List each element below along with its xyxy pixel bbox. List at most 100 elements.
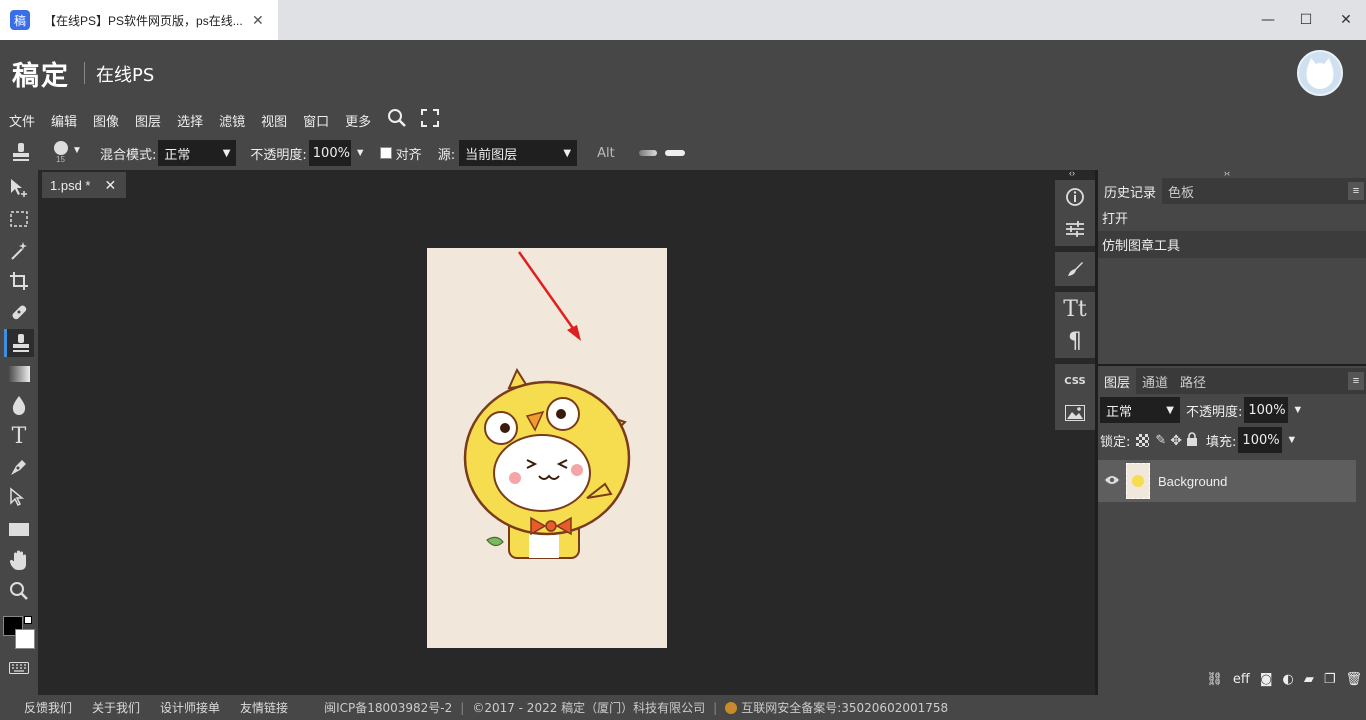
search-icon[interactable] xyxy=(387,108,407,133)
lock-paint-icon[interactable]: ✎ xyxy=(1155,432,1166,448)
adjustment-layer-icon[interactable]: ◐ xyxy=(1282,672,1293,687)
magic-wand-icon[interactable] xyxy=(4,236,34,264)
type-tool-icon[interactable]: T xyxy=(4,422,34,450)
image-panel-icon[interactable] xyxy=(1055,398,1095,428)
mascot-illustration xyxy=(463,367,631,559)
layer-opacity-input[interactable]: 100% xyxy=(1244,397,1289,423)
left-toolbar: T xyxy=(0,170,38,695)
menu-view[interactable]: 视图 xyxy=(261,111,287,130)
blend-mode-select[interactable]: 正常 ▼ xyxy=(158,140,237,166)
menu-more[interactable]: 更多 xyxy=(345,111,371,130)
tab-close-icon[interactable]: ✕ xyxy=(252,12,264,29)
menu-window[interactable]: 窗口 xyxy=(303,111,329,130)
history-panel: ›‹ 历史记录 色板 ≡ 打开 仿制图章工具 xyxy=(1098,168,1366,364)
misc-panels-group: CSS xyxy=(1055,364,1095,430)
pen-tool-icon[interactable] xyxy=(4,453,34,481)
brush-hardness-hard-icon[interactable] xyxy=(664,150,685,156)
tab-paths[interactable]: 路径 xyxy=(1174,368,1212,394)
menu-layer[interactable]: 图层 xyxy=(135,111,161,130)
layer-blend-value: 正常 xyxy=(1106,404,1133,420)
footer-security[interactable]: 互联网安全备案号:35020602001758 xyxy=(741,699,948,716)
menu-image[interactable]: 图像 xyxy=(93,111,119,130)
footer-icp[interactable]: 闽ICP备18003982号-2 xyxy=(324,699,452,716)
expand-panels-icon[interactable]: ›‹ xyxy=(1224,168,1230,178)
rectangle-tool-icon[interactable] xyxy=(4,515,34,543)
brush-preset-picker[interactable]: 15 ▼ xyxy=(54,139,88,167)
document-tab[interactable]: 1.psd * ✕ xyxy=(42,172,126,198)
menu-select[interactable]: 选择 xyxy=(177,111,203,130)
zoom-tool-icon[interactable] xyxy=(4,577,34,605)
tab-swatches[interactable]: 色板 xyxy=(1162,178,1200,204)
brush-settings-icon[interactable] xyxy=(1055,254,1095,284)
fill-input[interactable]: 100% xyxy=(1238,427,1283,453)
layer-blend-select[interactable]: 正常 ▼ xyxy=(1100,397,1180,423)
user-avatar[interactable] xyxy=(1297,50,1343,96)
menu-edit[interactable]: 编辑 xyxy=(51,111,77,130)
background-color-swatch[interactable] xyxy=(15,629,35,649)
visibility-eye-icon[interactable] xyxy=(1098,473,1126,489)
lock-transparency-icon[interactable] xyxy=(1136,433,1150,447)
info-icon[interactable] xyxy=(1055,182,1095,212)
marquee-tool-icon[interactable] xyxy=(4,205,34,233)
blur-tool-icon[interactable] xyxy=(4,391,34,419)
stamp-tool-icon[interactable] xyxy=(10,141,32,166)
swap-colors-icon[interactable] xyxy=(24,616,32,624)
link-layers-icon[interactable]: ⛓ xyxy=(1206,672,1223,687)
hand-tool-icon[interactable] xyxy=(4,546,34,574)
adjustments-icon[interactable] xyxy=(1055,214,1095,244)
window-maximize-button[interactable]: ☐ xyxy=(1294,8,1318,32)
footer-link-about[interactable]: 关于我们 xyxy=(92,699,140,716)
clone-stamp-tool-icon[interactable] xyxy=(4,329,34,357)
layer-opacity-dropdown-icon[interactable]: ▼ xyxy=(1292,404,1303,416)
footer-link-designer[interactable]: 设计师接单 xyxy=(160,699,220,716)
history-item-selected[interactable]: 仿制图章工具 xyxy=(1098,231,1366,258)
fullscreen-icon[interactable] xyxy=(421,108,440,132)
align-checkbox[interactable] xyxy=(379,147,392,159)
new-group-icon[interactable]: ▰ xyxy=(1304,672,1314,687)
window-minimize-button[interactable]: — xyxy=(1256,8,1280,32)
layer-name[interactable]: Background xyxy=(1158,474,1227,489)
fill-dropdown-icon[interactable]: ▼ xyxy=(1286,434,1297,446)
keyboard-icon[interactable] xyxy=(4,654,34,682)
lock-position-icon[interactable]: ✥ xyxy=(1170,432,1182,449)
document-canvas[interactable] xyxy=(427,248,667,648)
brush-dot-icon xyxy=(54,141,68,155)
menu-filter[interactable]: 滤镜 xyxy=(219,111,245,130)
css-panel-icon[interactable]: CSS xyxy=(1055,366,1095,396)
text-panels-group: Tt ¶ xyxy=(1055,292,1095,358)
healing-brush-icon[interactable] xyxy=(4,298,34,326)
app-subtitle: 在线PS xyxy=(96,65,155,86)
lock-all-icon[interactable] xyxy=(1186,431,1198,449)
path-select-icon[interactable] xyxy=(4,484,34,512)
menu-file[interactable]: 文件 xyxy=(9,111,35,130)
layer-row[interactable]: Background xyxy=(1098,460,1356,502)
tab-history[interactable]: 历史记录 xyxy=(1098,178,1163,204)
tab-channels[interactable]: 通道 xyxy=(1136,368,1174,394)
paragraph-panel-icon[interactable]: ¶ xyxy=(1055,326,1095,356)
opacity-dropdown-icon[interactable]: ▼ xyxy=(355,147,366,159)
gradient-tool-icon[interactable] xyxy=(4,360,34,388)
collapse-panels-icon[interactable]: ‹› xyxy=(1069,168,1075,178)
panel-icon-column: ‹› Tt ¶ CSS xyxy=(1055,168,1095,695)
brush-hardness-soft-icon[interactable] xyxy=(638,150,657,156)
document-close-icon[interactable]: ✕ xyxy=(104,177,116,194)
character-panel-icon[interactable]: Tt xyxy=(1055,294,1095,324)
crop-tool-icon[interactable] xyxy=(4,267,34,295)
footer-link-friends[interactable]: 友情链接 xyxy=(240,699,288,716)
window-close-button[interactable]: ✕ xyxy=(1334,8,1358,32)
new-layer-icon[interactable]: ❐ xyxy=(1324,672,1336,687)
panel-menu-icon[interactable]: ≡ xyxy=(1348,182,1364,200)
footer-link-feedback[interactable]: 反馈我们 xyxy=(24,699,72,716)
source-select[interactable]: 当前图层 ▼ xyxy=(459,140,578,166)
opacity-input[interactable]: 100% xyxy=(308,140,351,166)
panel-menu-icon[interactable]: ≡ xyxy=(1348,372,1364,390)
layers-panel: 图层 通道 路径 ≡ 正常 ▼ 不透明度: 100% ▼ 锁定: ✎ ✥ 填充:… xyxy=(1098,366,1366,664)
tab-layers[interactable]: 图层 xyxy=(1098,368,1137,394)
move-tool-icon[interactable] xyxy=(4,174,34,202)
browser-tab[interactable]: 稿 【在线PS】PS软件网页版，ps在线... ✕ xyxy=(0,0,278,40)
delete-layer-icon[interactable]: 🗑 xyxy=(1345,672,1362,687)
layer-effects-icon[interactable]: eff xyxy=(1233,672,1250,687)
history-item[interactable]: 打开 xyxy=(1098,204,1366,231)
app-logo[interactable]: 稿定 xyxy=(12,54,70,93)
layer-mask-icon[interactable]: ◙ xyxy=(1260,672,1273,687)
